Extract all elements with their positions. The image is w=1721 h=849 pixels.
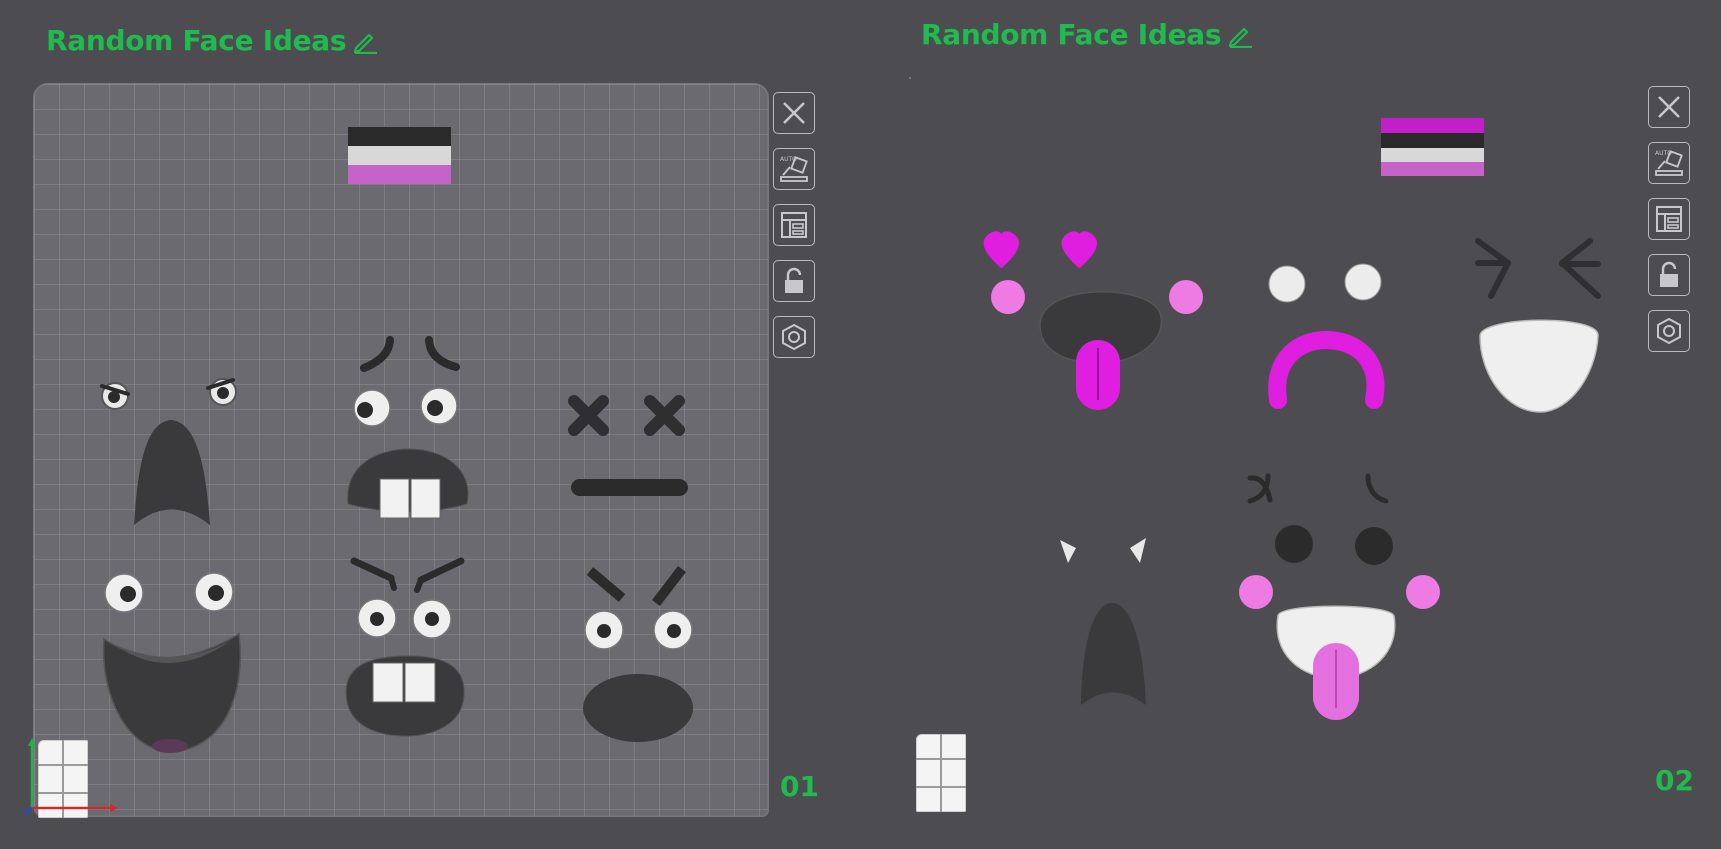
layout-button[interactable]: [1648, 198, 1690, 240]
face-model: [102, 572, 241, 753]
plate-origin-tile: [916, 734, 966, 812]
plate-title-1[interactable]: Random Face Ideas: [46, 24, 378, 57]
pencil-icon[interactable]: [1227, 22, 1253, 48]
settings-button[interactable]: [773, 316, 815, 358]
face-model: [1239, 473, 1440, 720]
auto-arrange-icon: AUTO: [1655, 150, 1683, 176]
face-model: [1268, 263, 1385, 409]
close-button[interactable]: [773, 92, 815, 134]
lock-button[interactable]: [773, 260, 815, 302]
lock-icon: [785, 267, 803, 293]
close-icon: [783, 102, 805, 124]
face-models-1: [100, 127, 693, 753]
axis-gizmo: [23, 738, 118, 815]
face-model: [583, 565, 693, 742]
face-model: [347, 336, 469, 519]
layout-button[interactable]: [773, 204, 815, 246]
settings-hex-icon: [782, 323, 806, 351]
settings-hex-icon: [1657, 317, 1681, 345]
layout-icon: [1656, 206, 1682, 232]
face-model: [983, 231, 1203, 410]
face-model: [568, 395, 688, 496]
pencil-icon[interactable]: [352, 28, 378, 54]
plate-title-text: Random Face Ideas: [921, 18, 1222, 51]
lock-button[interactable]: [1648, 254, 1690, 296]
auto-arrange-button[interactable]: AUTO: [773, 148, 815, 190]
face-model: [345, 557, 465, 737]
plate-number: 01: [780, 770, 819, 803]
layout-icon: [781, 212, 807, 238]
close-button[interactable]: [1648, 86, 1690, 128]
face-models-2: [983, 118, 1601, 720]
close-icon: [1658, 96, 1680, 118]
face-model: [1060, 538, 1146, 705]
plate-title-2[interactable]: Random Face Ideas: [921, 18, 1253, 51]
auto-arrange-button[interactable]: AUTO: [1648, 142, 1690, 184]
plate-toolbar-2: AUTO: [1648, 86, 1690, 352]
plate-title-text: Random Face Ideas: [46, 24, 347, 57]
flag-model: [348, 127, 451, 184]
build-plate-1[interactable]: 01: [23, 84, 819, 818]
face-model: [100, 378, 237, 525]
auto-arrange-icon: AUTO: [780, 156, 808, 182]
face-model: [1475, 238, 1601, 413]
lock-icon: [1660, 261, 1678, 287]
settings-button[interactable]: [1648, 310, 1690, 352]
flag-model: [1381, 118, 1484, 176]
plate-number: 02: [1655, 764, 1694, 797]
plate-toolbar-1: AUTO: [773, 92, 815, 358]
